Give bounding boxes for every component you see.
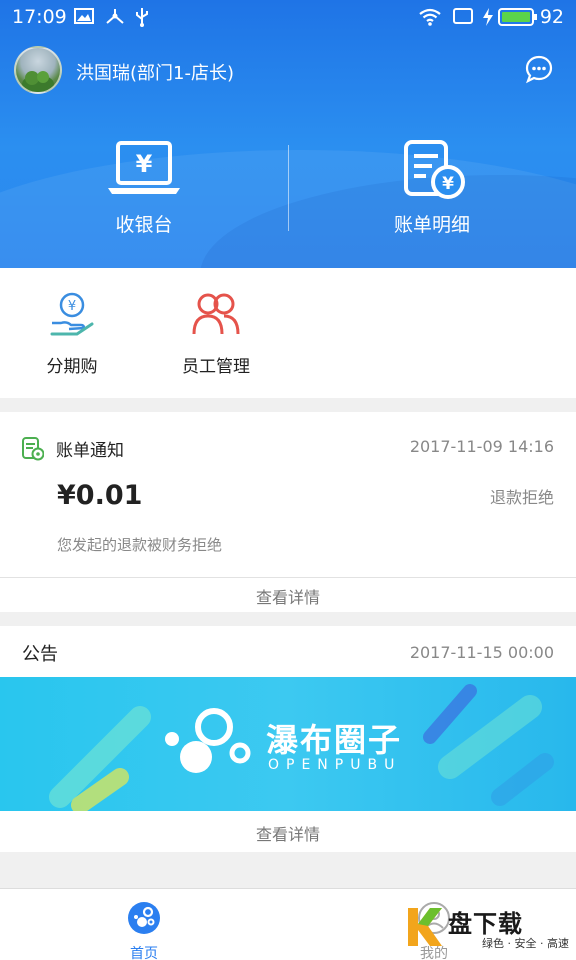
avatar[interactable] (14, 46, 62, 94)
installment-icon: ¥ (50, 292, 94, 336)
announcement-view-details-link[interactable]: 查看详情 (0, 821, 576, 845)
svg-text:¥: ¥ (442, 174, 454, 194)
screen-icon (453, 8, 473, 24)
status-time: 17:09 (12, 6, 67, 28)
banner-subtitle: OPENPUBU (268, 757, 402, 773)
card-divider (0, 577, 576, 578)
bill-amount: ¥0.01 (57, 480, 143, 511)
charging-icon (483, 8, 493, 26)
announcement-card: 公告 2017-11-15 00:00 瀑布圈子 OPENPUBU 查看详情 (0, 626, 576, 852)
installment-button[interactable]: ¥ 分期购 (0, 290, 144, 377)
watermark-k-icon (408, 908, 442, 946)
announcement-time: 2017-11-15 00:00 (409, 643, 554, 662)
cashier-button[interactable]: ¥ 收银台 (0, 140, 288, 240)
nav-home-label: 首页 (130, 946, 158, 960)
svg-text:¥: ¥ (68, 299, 76, 314)
share-icon (106, 9, 124, 24)
wifi-icon (419, 8, 441, 26)
watermark-logo: 盘下载 绿色 · 安全 · 高速 (404, 902, 574, 956)
staff-management-label: 员工管理 (182, 357, 250, 377)
bill-detail-button[interactable]: ¥ 账单明细 (288, 140, 576, 240)
bill-status: 退款拒绝 (489, 488, 554, 507)
status-bar: 17:09 92 (0, 0, 576, 34)
staff-management-button[interactable]: 员工管理 (144, 290, 288, 377)
staff-icon (192, 293, 240, 335)
usb-icon (136, 8, 148, 27)
watermark-title: 盘下载 (448, 910, 523, 938)
home-icon (128, 902, 160, 934)
installment-label: 分期购 (46, 357, 98, 377)
svg-text:¥: ¥ (136, 150, 153, 178)
battery-icon (498, 8, 537, 26)
profile-row: 洪国瑞(部门1-店长) (14, 46, 562, 94)
announcement-title: 公告 (22, 644, 58, 665)
services-grid: ¥ 分期购 员工管理 (0, 268, 576, 398)
header: 17:09 92 洪国瑞(部门1-店长) ¥ 收银台 ¥ 账单明细 (0, 0, 576, 268)
bill-detail-icon: ¥ (404, 140, 465, 199)
bill-view-details-link[interactable]: 查看详情 (0, 584, 576, 608)
message-icon[interactable] (524, 54, 554, 84)
bill-notice-time: 2017-11-09 14:16 (409, 437, 554, 456)
avatar-image (22, 71, 54, 92)
announcement-banner[interactable]: 瀑布圈子 OPENPUBU (0, 677, 576, 811)
image-notification-icon (74, 8, 94, 24)
bill-notice-title: 账单通知 (56, 441, 124, 461)
bill-notice-card: 账单通知 2017-11-09 14:16 ¥0.01 退款拒绝 您发起的退款被… (0, 412, 576, 612)
battery-percent: 92 (539, 6, 564, 28)
username[interactable]: 洪国瑞(部门1-店长) (76, 59, 234, 85)
banner-title: 瀑布圈子 (266, 721, 403, 759)
bill-detail-label: 账单明细 (393, 214, 470, 236)
cashier-label: 收银台 (115, 214, 173, 236)
watermark-subtitle: 绿色 · 安全 · 高速 (482, 937, 569, 950)
bill-notice-icon (22, 437, 44, 461)
nav-home-tab[interactable]: 首页 (110, 901, 178, 960)
cashier-laptop-icon: ¥ (108, 141, 180, 194)
bill-description: 您发起的退款被财务拒绝 (57, 536, 223, 554)
